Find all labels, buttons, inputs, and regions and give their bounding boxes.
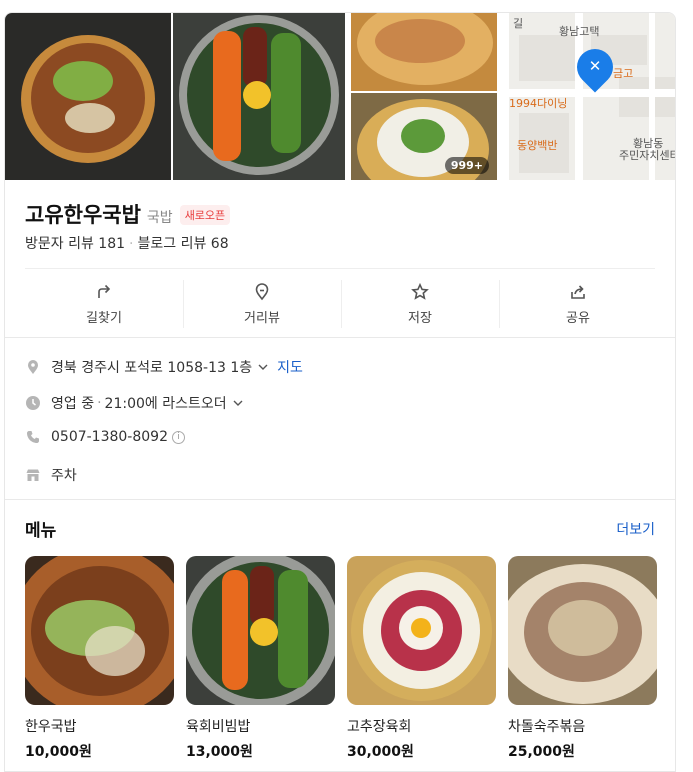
map-label: 주민자치센터 [619,149,676,162]
phone-number[interactable]: 0507-1380-8092 [51,429,168,445]
menu-section-title: 메뉴 [25,521,57,541]
menu-item-name: 고추장육회 [347,719,412,735]
clock-icon [25,395,41,411]
menu-photo [186,556,335,705]
menu-item-price: 10,000원 [25,744,92,760]
title-row: 고유한우국밥 국밥 새로오픈 [25,199,231,229]
place-category: 국밥 [146,210,173,226]
visitor-reviews-link[interactable]: 방문자 리뷰 181 [25,236,125,252]
menu-photo [508,556,657,705]
menu-item[interactable]: 육회비빔밥 13,000원 [186,556,335,761]
photo-count-badge: 999+ [444,157,489,174]
photo-yukhoe[interactable]: 999+ [351,93,497,180]
address-row: 경북 경주시 포석로 1058-13 1층 지도 [25,357,303,377]
phone-icon [25,429,41,445]
photo-pancake[interactable] [351,13,497,91]
map-label: 동양백반 [517,139,558,152]
map-label: 1994다이닝 [509,97,568,110]
map-thumbnail[interactable]: 길 황남고택 금고 1994다이닝 동양백반 황남동 주민자치센터 [509,13,676,180]
menu-item[interactable]: 한우국밥 10,000원 [25,556,174,761]
photo-bibimbap[interactable] [173,13,345,180]
save-button[interactable]: 저장 [341,278,499,330]
menu-item-name: 차돌숙주볶음 [508,719,586,735]
chevron-down-icon[interactable] [232,397,244,409]
address-text[interactable]: 경북 경주시 포석로 1058-13 1층 [51,357,252,377]
directions-icon [98,284,111,298]
map-label: 금고 [613,67,634,80]
last-order-text[interactable]: 21:00에 라스트오더 [105,393,227,413]
share-button[interactable]: 공유 [499,278,657,330]
open-status: 영업 중 [51,396,95,412]
map-link[interactable]: 지도 [277,357,303,377]
menu-item-price: 30,000원 [347,744,414,760]
store-icon [25,467,41,483]
menu-item[interactable]: 고추장육회 30,000원 [347,556,496,761]
place-card: 999+ 길 황남고택 금고 1994다이닝 동양백반 황남동 주민자치센터 ✕… [4,12,676,772]
menu-item-price: 13,000원 [186,744,253,760]
menu-item-name: 육회비빔밥 [186,719,251,735]
star-icon [411,282,429,300]
location-pin-icon [25,359,41,375]
share-icon [571,284,585,299]
street-view-icon [255,282,269,300]
chevron-down-icon[interactable] [257,361,269,373]
divider [5,337,675,338]
street-view-button[interactable]: 거리뷰 [183,278,341,330]
blog-reviews-link[interactable]: 블로그 리뷰 68 [137,236,228,252]
map-label: 길 [513,17,524,30]
restaurant-icon: ✕ [588,57,602,75]
menu-item-name: 한우국밥 [25,719,77,735]
info-icon[interactable]: i [172,430,185,444]
photo-gukbap[interactable] [5,13,171,180]
map-label: 황남고택 [559,25,600,38]
parking-row: 주차 [25,465,77,485]
phone-row: 0507-1380-8092 i [25,429,185,445]
hours-row: 영업 중 · 21:00에 라스트오더 [25,393,244,413]
divider [5,499,675,500]
photo-strip: 999+ 길 황남고택 금고 1994다이닝 동양백반 황남동 주민자치센터 ✕ [5,13,675,180]
divider [25,268,655,269]
new-open-badge: 새로오픈 [179,205,231,225]
action-bar: 길찾기 거리뷰 저장 공유 [25,278,657,330]
menu-item-price: 25,000원 [508,744,575,760]
parking-text: 주차 [51,468,77,484]
menu-photo [347,556,496,705]
menu-item[interactable]: 차돌숙주볶음 25,000원 [508,556,657,761]
directions-button[interactable]: 길찾기 [25,278,183,330]
menu-more-link[interactable]: 더보기 [616,519,655,539]
place-name: 고유한우국밥 [25,203,141,227]
review-summary: 방문자 리뷰 181 · 블로그 리뷰 68 [25,236,229,252]
menu-photo [25,556,174,705]
menu-list: 한우국밥 10,000원 육회비빔밥 13,000원 고추장육회 30,000원… [25,556,657,761]
